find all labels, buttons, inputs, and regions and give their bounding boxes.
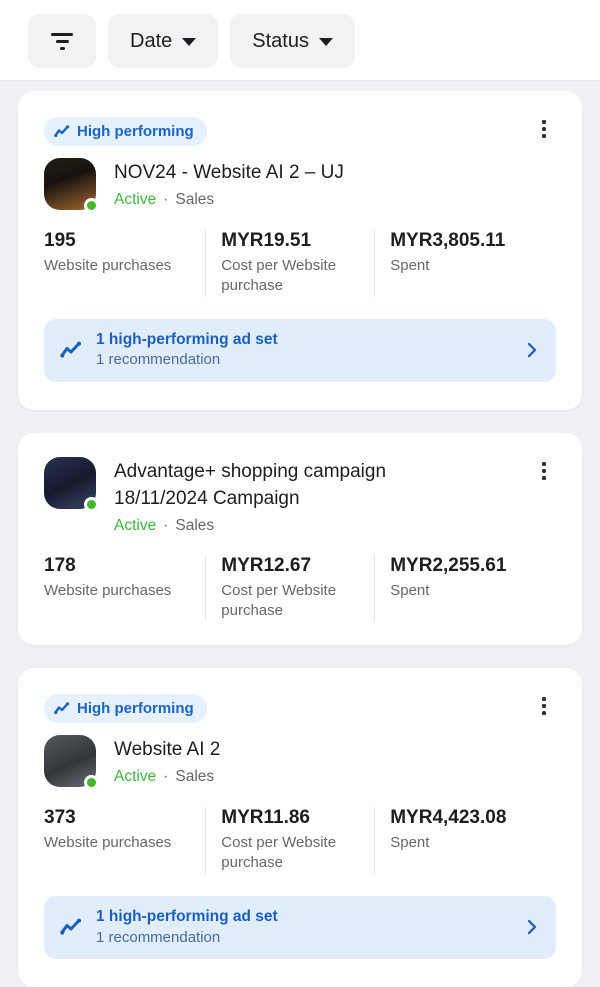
badge-row: High performing xyxy=(44,117,556,146)
recommendation-title: 1 high-performing ad set xyxy=(96,330,512,351)
metric-value: MYR19.51 xyxy=(221,230,362,252)
metric-cost-per-purchase: MYR12.67 Cost per Website purchase xyxy=(205,555,374,622)
filter-button[interactable] xyxy=(28,14,96,68)
campaign-header: Advantage+ shopping campaign 18/11/2024 … xyxy=(44,457,556,535)
campaign-title: NOV24 - Website AI 2 – UJ xyxy=(114,160,556,187)
avatar xyxy=(44,735,96,787)
metric-label: Spent xyxy=(390,256,544,276)
status-active: Active xyxy=(114,517,156,535)
trend-icon xyxy=(54,125,70,138)
metrics-row: 195 Website purchases MYR19.51 Cost per … xyxy=(44,230,556,297)
active-status-dot xyxy=(84,497,99,512)
recommendation-banner[interactable]: 1 high-performing ad set 1 recommendatio… xyxy=(44,319,556,382)
metric-spent: MYR4,423.08 Spent xyxy=(374,807,556,874)
high-performing-badge: High performing xyxy=(44,117,207,146)
campaign-card[interactable]: High performing NOV24 - Website AI 2 – U… xyxy=(18,91,582,410)
campaign-objective: Sales xyxy=(175,517,214,535)
metric-value: 178 xyxy=(44,555,193,577)
avatar xyxy=(44,457,96,509)
metric-label: Website purchases xyxy=(44,833,193,853)
metric-value: MYR2,255.61 xyxy=(390,555,544,577)
active-status-dot xyxy=(84,198,99,213)
metric-label: Cost per Website purchase xyxy=(221,833,362,874)
metric-cost-per-purchase: MYR11.86 Cost per Website purchase xyxy=(205,807,374,874)
campaign-header: NOV24 - Website AI 2 – UJ Active · Sales xyxy=(44,158,556,210)
filter-bar: Date Status xyxy=(0,0,600,81)
kebab-menu-icon[interactable] xyxy=(530,457,558,485)
badge-label: High performing xyxy=(77,123,194,140)
metric-value: MYR12.67 xyxy=(221,555,362,577)
status-filter-label: Status xyxy=(252,30,309,53)
metric-cost-per-purchase: MYR19.51 Cost per Website purchase xyxy=(205,230,374,297)
metric-spent: MYR2,255.61 Spent xyxy=(374,555,556,622)
recommendation-subtitle: 1 recommendation xyxy=(96,928,512,948)
date-filter-button[interactable]: Date xyxy=(108,14,218,68)
recommendation-subtitle: 1 recommendation xyxy=(96,350,512,370)
date-filter-label: Date xyxy=(130,30,172,53)
chevron-right-icon xyxy=(526,341,538,359)
campaign-objective: Sales xyxy=(175,768,214,786)
metric-label: Spent xyxy=(390,581,544,601)
caret-down-icon xyxy=(182,38,196,46)
kebab-menu-icon[interactable] xyxy=(530,692,558,720)
metric-label: Website purchases xyxy=(44,581,193,601)
metric-value: MYR11.86 xyxy=(221,807,362,829)
high-performing-badge: High performing xyxy=(44,694,207,723)
active-status-dot xyxy=(84,775,99,790)
metric-website-purchases: 373 Website purchases xyxy=(44,807,205,874)
status-separator: · xyxy=(163,517,168,535)
metric-label: Website purchases xyxy=(44,256,193,276)
campaign-title: Website AI 2 xyxy=(114,737,556,764)
metric-label: Cost per Website purchase xyxy=(221,581,362,622)
campaign-title: Advantage+ shopping campaign 18/11/2024 … xyxy=(114,459,444,513)
metric-value: 195 xyxy=(44,230,193,252)
status-separator: · xyxy=(163,191,168,209)
status-line: Active · Sales xyxy=(114,517,556,535)
filter-icon xyxy=(51,33,73,50)
status-line: Active · Sales xyxy=(114,768,556,786)
recommendation-title: 1 high-performing ad set xyxy=(96,907,512,928)
trend-icon xyxy=(60,341,82,359)
trend-icon xyxy=(60,918,82,936)
metric-label: Spent xyxy=(390,833,544,853)
status-filter-button[interactable]: Status xyxy=(230,14,355,68)
campaign-card[interactable]: High performing Website AI 2 Active · Sa… xyxy=(18,668,582,987)
status-separator: · xyxy=(163,768,168,786)
badge-label: High performing xyxy=(77,700,194,717)
metric-label: Cost per Website purchase xyxy=(221,256,362,297)
campaign-header: Website AI 2 Active · Sales xyxy=(44,735,556,787)
metric-website-purchases: 178 Website purchases xyxy=(44,555,205,622)
status-active: Active xyxy=(114,768,156,786)
caret-down-icon xyxy=(319,38,333,46)
recommendation-banner[interactable]: 1 high-performing ad set 1 recommendatio… xyxy=(44,896,556,959)
campaign-card[interactable]: Advantage+ shopping campaign 18/11/2024 … xyxy=(18,433,582,645)
chevron-right-icon xyxy=(526,918,538,936)
badge-row: High performing xyxy=(44,694,556,723)
campaign-list: High performing NOV24 - Website AI 2 – U… xyxy=(0,81,600,987)
metric-value: MYR4,423.08 xyxy=(390,807,544,829)
status-active: Active xyxy=(114,191,156,209)
metrics-row: 373 Website purchases MYR11.86 Cost per … xyxy=(44,807,556,874)
metrics-row: 178 Website purchases MYR12.67 Cost per … xyxy=(44,555,556,622)
campaign-objective: Sales xyxy=(175,191,214,209)
kebab-menu-icon[interactable] xyxy=(530,115,558,143)
trend-icon xyxy=(54,702,70,715)
metric-value: MYR3,805.11 xyxy=(390,230,544,252)
metric-website-purchases: 195 Website purchases xyxy=(44,230,205,297)
avatar xyxy=(44,158,96,210)
status-line: Active · Sales xyxy=(114,191,556,209)
metric-spent: MYR3,805.11 Spent xyxy=(374,230,556,297)
metric-value: 373 xyxy=(44,807,193,829)
